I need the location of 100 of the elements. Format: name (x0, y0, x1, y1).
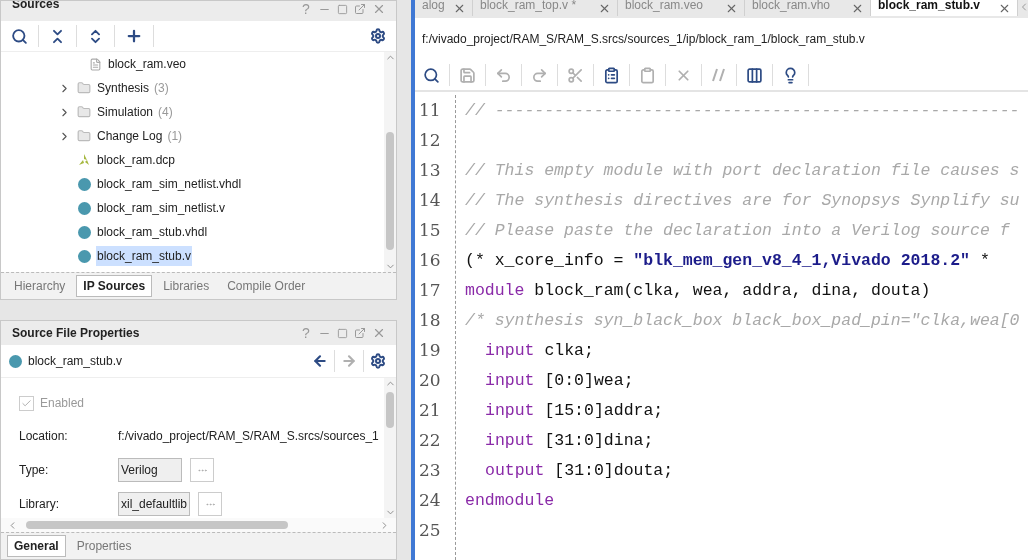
code-keyword: input (485, 400, 535, 420)
code-keyword: endmodule (465, 490, 555, 510)
float-icon[interactable] (354, 3, 366, 15)
tree-item[interactable]: block_ram_sim_netlist.v (96, 198, 227, 218)
panel-tab[interactable]: IP Sources (76, 275, 153, 297)
value-field[interactable]: Verilog (118, 458, 182, 482)
copy-icon[interactable] (603, 66, 620, 84)
search-icon[interactable] (423, 66, 440, 84)
float-icon[interactable] (354, 327, 366, 339)
line-number: 23 (418, 459, 442, 482)
line-number: 19 (418, 339, 442, 362)
check-icon (21, 397, 32, 409)
panel-tab[interactable]: Compile Order (220, 275, 313, 297)
ip-file-icon (77, 249, 91, 263)
ip-file-icon (77, 177, 91, 191)
code-text: [0:0]wea; (543, 370, 634, 390)
line-number: 14 (418, 189, 442, 212)
vertical-scrollbar[interactable] (384, 378, 396, 518)
tree-item[interactable]: Change Log (96, 126, 164, 146)
panel-tab[interactable]: General (7, 535, 66, 557)
tree-item[interactable]: block_ram_stub.vhdl (96, 222, 209, 242)
code-text: block_ram(clka, wea, addra, dina, douta) (533, 280, 931, 300)
code-comment: // ----------------------------------------------------- (465, 100, 1020, 120)
code-comment: /* synthesis syn_black_box black_box_pad_pin="clka,wea[0 (465, 310, 1020, 330)
code-text: [31:0]dina; (543, 430, 654, 450)
field-label: Type: (19, 463, 50, 477)
code-text: [31:0]douta; (553, 460, 674, 480)
browse-button[interactable] (190, 458, 214, 482)
tree-item[interactable]: block_ram_sim_netlist.vhdl (96, 174, 243, 194)
forward-arrow-icon[interactable] (341, 353, 357, 369)
maximize-icon[interactable] (337, 327, 348, 339)
folder-icon (77, 81, 91, 95)
code-text: [15:0]addra; (543, 400, 664, 420)
scroll-thumb[interactable] (386, 132, 394, 250)
tree-item[interactable]: block_ram.veo (107, 54, 188, 74)
close-icon[interactable] (372, 2, 386, 16)
lightbulb-icon[interactable] (782, 66, 799, 84)
close-tab-icon[interactable] (725, 2, 738, 15)
close-icon[interactable] (372, 326, 386, 340)
line-number: 16 (418, 249, 442, 272)
editor-tab[interactable]: block_ram_stub.v (871, 0, 1018, 16)
file-name: block_ram_stub.v (28, 354, 124, 368)
code-text: (* x_core_info = (465, 250, 625, 270)
maximize-icon[interactable] (337, 3, 348, 15)
panel-tab[interactable]: Libraries (156, 275, 217, 297)
panel-title: Source File Properties (12, 326, 141, 340)
line-number: 20 (418, 369, 442, 392)
checkbox-label: Enabled (40, 396, 85, 410)
tree-item[interactable]: block_ram.dcp (96, 150, 177, 170)
tree-item[interactable]: block_ram_stub.v (96, 246, 193, 266)
field-label: Location: (19, 429, 69, 443)
code-keyword: input (485, 340, 535, 360)
browse-button[interactable] (198, 492, 223, 516)
folder-icon (77, 129, 91, 143)
line-number: 17 (418, 279, 442, 302)
item-count: (1) (167, 129, 183, 143)
code-comment: // This empty module with port declaration file causes s (465, 160, 1020, 180)
code-comment: // Please paste the declaration into a Verilog source f (465, 220, 1010, 240)
columns-icon[interactable] (746, 66, 763, 84)
settings-icon[interactable] (370, 353, 386, 369)
search-icon[interactable] (11, 27, 28, 45)
close-tab-icon[interactable] (998, 2, 1011, 15)
folder-icon (77, 105, 91, 119)
file-path: f:/vivado_project/RAM_S/RAM_S.srcs/sources_1/ip/block_ram_1/block_ram_stub.v (422, 32, 865, 46)
code-text: * (978, 250, 990, 270)
ip-file-icon (9, 354, 22, 368)
line-number: 15 (418, 219, 442, 242)
tree-item[interactable]: Simulation (96, 102, 155, 122)
code-keyword: input (485, 430, 535, 450)
close-tab-icon[interactable] (453, 2, 466, 15)
code-text: clka; (543, 340, 594, 360)
horizontal-scrollbar[interactable] (1, 518, 396, 532)
line-number: 22 (418, 429, 442, 452)
item-count: (4) (158, 105, 173, 119)
settings-icon[interactable] (370, 28, 386, 44)
line-number: 11 (418, 99, 442, 122)
tree-item[interactable]: Synthesis (96, 78, 151, 98)
line-number: 25 (418, 519, 442, 542)
code-keyword: output (485, 460, 545, 480)
close-tab-icon[interactable] (851, 2, 864, 15)
line-number: 12 (418, 129, 442, 152)
vertical-scrollbar[interactable] (384, 52, 396, 272)
code-keyword: input (485, 370, 535, 390)
scroll-thumb[interactable] (26, 521, 288, 529)
scroll-thumb[interactable] (386, 392, 394, 428)
panel-tab[interactable]: Hierarchy (7, 275, 73, 297)
panel-tab[interactable]: Properties (69, 535, 139, 557)
close-tab-icon[interactable] (598, 2, 611, 15)
file-icon (88, 57, 102, 71)
line-number: 18 (418, 309, 442, 332)
line-number: 21 (418, 399, 442, 422)
ip-file-icon (77, 225, 91, 239)
line-number: 13 (418, 159, 442, 182)
field-value: f:/vivado_project/RAM_S/RAM_S.srcs/sources_1 (118, 429, 379, 443)
code-comment: // The synthesis directives are for Synopsys Synplify su (465, 190, 1020, 210)
ip-file-icon (77, 201, 91, 215)
value-field[interactable]: xil_defaultlib (118, 492, 191, 516)
code-keyword: module (465, 280, 525, 300)
item-count: (3) (154, 81, 169, 95)
add-icon[interactable] (125, 27, 143, 45)
